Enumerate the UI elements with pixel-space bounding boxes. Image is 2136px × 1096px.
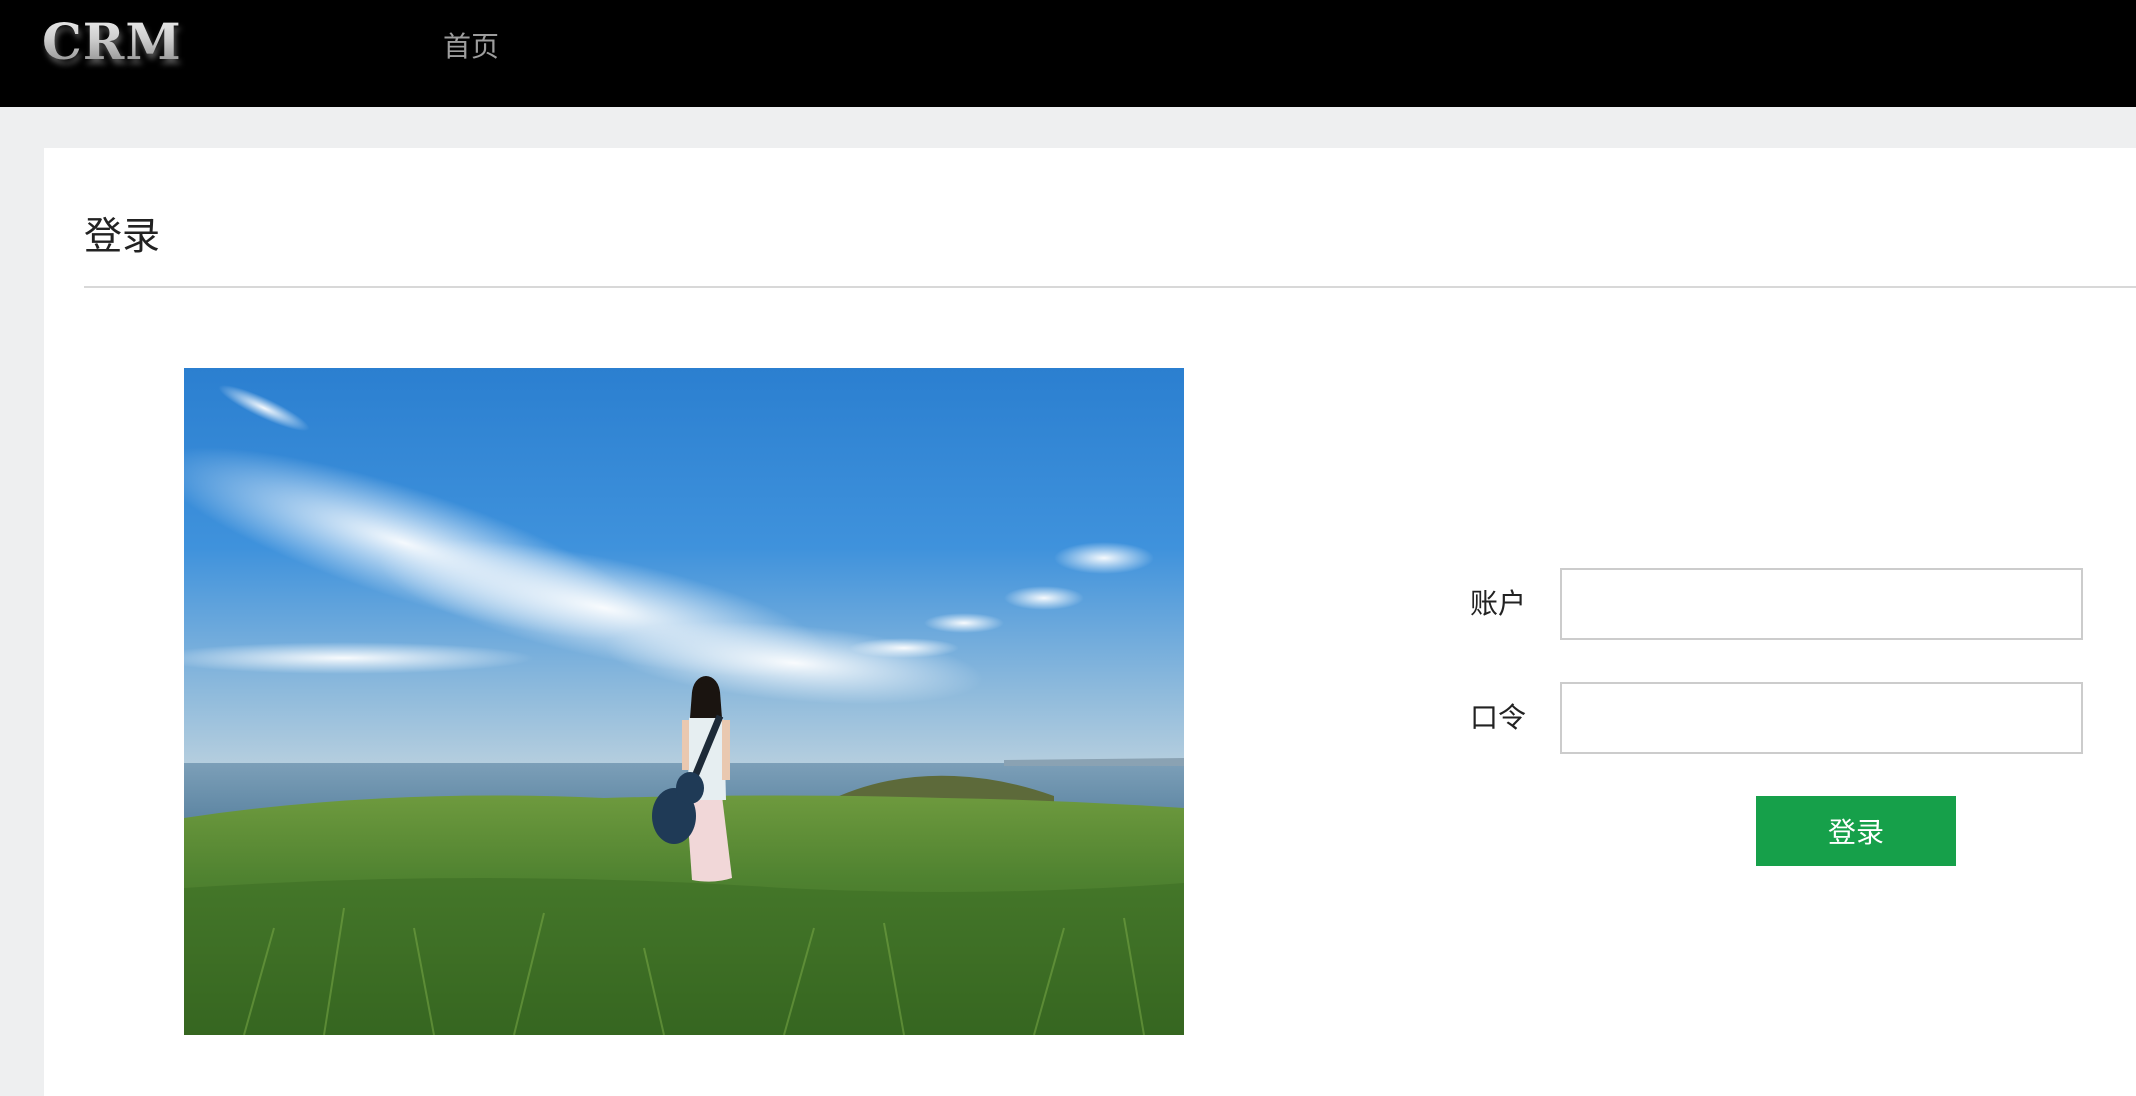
login-panel: 登录 账户 口令 登录 — [44, 148, 2136, 1096]
account-input[interactable] — [1560, 568, 2083, 640]
password-input[interactable] — [1560, 682, 2083, 754]
top-navbar: CRM 首页 — [0, 0, 2136, 107]
login-form: 账户 口令 登录 — [44, 148, 2136, 1096]
password-label: 口令 — [1470, 701, 1527, 734]
nav-home-link[interactable]: 首页 — [443, 27, 499, 67]
login-button[interactable]: 登录 — [1756, 796, 1956, 866]
crm-logo[interactable]: CRM — [42, 12, 262, 71]
account-label: 账户 — [1470, 587, 1527, 620]
